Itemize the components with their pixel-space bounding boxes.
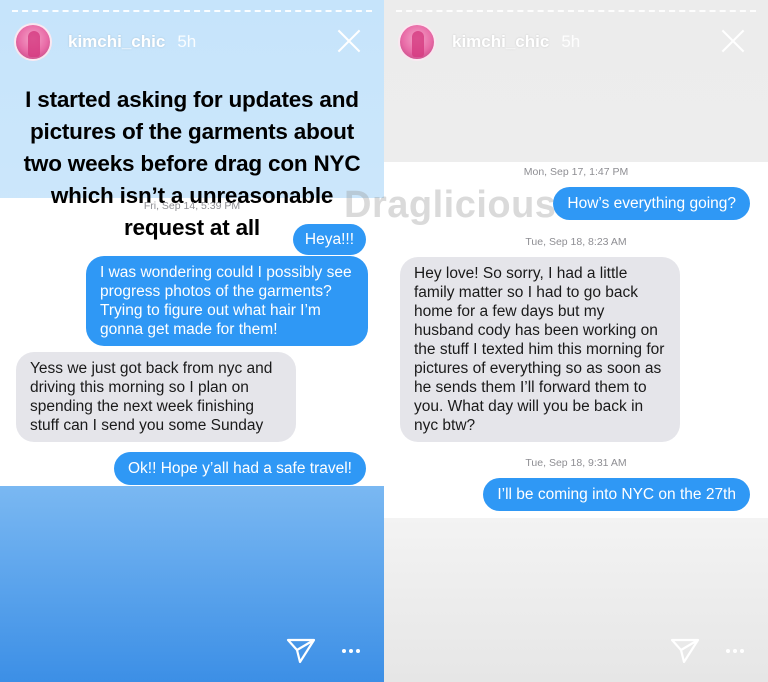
message-bubble-outgoing: I was wondering could I possibly see pro… (86, 256, 368, 346)
message-timestamp: Tue, Sep 18, 9:31 AM (525, 457, 627, 469)
avatar[interactable] (14, 23, 52, 61)
message-timestamp: Tue, Sep 18, 8:23 AM (525, 236, 627, 248)
message-bubble-incoming: Hey love! So sorry, I had a little famil… (400, 257, 680, 442)
message-bubble-outgoing: Heya!!! (292, 224, 366, 255)
username[interactable]: kimchi_chic (68, 32, 165, 52)
story-progress-bar (12, 10, 372, 12)
more-icon[interactable] (726, 649, 744, 653)
message-timestamp: Fri, Sep 14, 5:39 PM (143, 200, 241, 212)
message-bubble-outgoing: I’ll be coming into NYC on the 27th (483, 478, 750, 511)
story-progress-bar (396, 10, 756, 12)
send-icon[interactable] (670, 638, 700, 664)
story-header: kimchi_chic 5h (398, 22, 758, 62)
message-bubble-incoming: Yess we just got back from nyc and drivi… (16, 352, 296, 442)
close-icon[interactable] (720, 28, 746, 54)
username[interactable]: kimchi_chic (452, 32, 549, 52)
story-panel-right: kimchi_chic 5h Mon, Sep 17, 1:47 PM How’… (384, 0, 768, 682)
story-footer (670, 638, 744, 664)
post-time: 5h (177, 32, 197, 51)
close-icon[interactable] (336, 28, 362, 54)
avatar[interactable] (398, 23, 436, 61)
message-bubble-outgoing: Ok!! Hope y’all had a safe travel! (113, 452, 366, 485)
send-icon[interactable] (286, 638, 316, 664)
story-footer (286, 638, 360, 664)
watermark-logo: Draglicious (344, 184, 557, 226)
story-header: kimchi_chic 5h (14, 22, 374, 62)
story-panel-left: kimchi_chic 5h I started asking for upda… (0, 0, 384, 682)
post-time: 5h (561, 32, 581, 51)
story-caption: I started asking for updates and picture… (23, 87, 361, 240)
message-bubble-outgoing: How’s everything going? (553, 187, 750, 220)
more-icon[interactable] (342, 649, 360, 653)
message-timestamp: Mon, Sep 17, 1:47 PM (523, 166, 629, 178)
